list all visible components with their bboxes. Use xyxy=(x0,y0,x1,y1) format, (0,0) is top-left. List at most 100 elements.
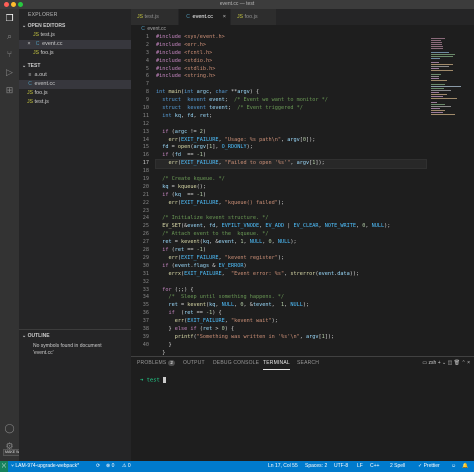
open-editors-header[interactable]: ⌄ OPEN EDITORS xyxy=(19,22,131,31)
encoding[interactable]: UTF-8 xyxy=(334,461,348,472)
file-item[interactable]: JS foo.js xyxy=(19,89,131,98)
code-line: if (ret == -1) { xyxy=(168,310,222,317)
js-file-icon: JS xyxy=(33,50,39,56)
js-file-icon: JS xyxy=(137,14,143,20)
code-line: fd = open(argv[1], O_RDONLY); xyxy=(162,144,253,151)
line-number: 9 xyxy=(145,97,149,104)
code-line: kq = kqueue(); xyxy=(162,183,206,190)
file-item[interactable]: ≡ a.out xyxy=(19,71,131,80)
code-line: /* Initialize kevent structure. */ xyxy=(162,215,269,222)
minimap-line xyxy=(431,38,445,39)
line-number: 33 xyxy=(142,286,149,293)
terminal-cursor xyxy=(163,377,167,383)
line-number-gutter: 1 2 3 4 5 6 7 8 9 10 11 12 13 14 15 16 17 18 19 20 21 22 23 24 2… xyxy=(131,34,151,350)
code-line-current: err(EXIT_FAILURE, "Failed to open '%s'",… xyxy=(155,159,427,170)
minimize-window-button[interactable] xyxy=(11,2,16,7)
tab-terminal[interactable]: TERMINAL xyxy=(263,357,290,370)
tab-test-js[interactable]: JS test.js xyxy=(131,9,179,25)
open-editor-item[interactable]: JS test.js xyxy=(19,31,131,40)
tab-output[interactable]: OUTPUT xyxy=(183,357,205,370)
run-debug-icon[interactable]: ▷ xyxy=(4,67,15,78)
code-line: } else if (ret > 0) { xyxy=(156,325,235,332)
cpp-file-icon: C xyxy=(141,26,145,32)
terminal-output[interactable]: ➜ test xyxy=(140,377,167,384)
line-number: 19 xyxy=(142,176,149,183)
close-panel-icon[interactable]: × xyxy=(467,360,470,366)
code-line: /* Sleep until something happens. */ xyxy=(168,294,285,301)
line-number: 2 xyxy=(145,41,149,48)
line-number: 4 xyxy=(145,57,149,64)
language-mode[interactable]: C++ xyxy=(370,461,379,472)
breadcrumb[interactable]: C event.cc xyxy=(131,25,474,34)
close-icon[interactable]: × xyxy=(25,40,33,49)
git-branch[interactable]: ⑂ LAM-974-upgrade-webpack* xyxy=(11,461,79,472)
line-number: 40 xyxy=(142,341,149,348)
spell-checker[interactable]: 2 Spell xyxy=(390,461,405,472)
minimap-line xyxy=(431,80,447,81)
tab-problems[interactable]: PROBLEMS 2 xyxy=(137,357,176,370)
file-item[interactable]: C event.cc xyxy=(19,80,131,89)
minimap-line xyxy=(431,76,439,77)
sync-icon[interactable]: ⟳ xyxy=(96,461,100,472)
code-line: int kq, fd, ret; xyxy=(162,112,213,119)
tab-debug-console[interactable]: DEBUG CONSOLE xyxy=(213,357,259,370)
open-editor-item[interactable]: JS foo.js xyxy=(19,49,131,58)
indentation[interactable]: Spaces: 2 xyxy=(305,461,327,472)
feedback-icon[interactable]: ☺ xyxy=(451,461,456,472)
line-number: 7 xyxy=(145,81,149,88)
problems-warnings[interactable]: ⚠ 0 xyxy=(122,461,131,472)
line-number: 35 xyxy=(142,302,149,309)
code-editor[interactable]: 1 2 3 4 5 6 7 8 9 10 11 12 13 14 15 16 17 18 19 20 21 22 23 24 2… xyxy=(131,34,427,364)
prettier-status[interactable]: ✓ Prettier xyxy=(418,461,440,472)
close-window-button[interactable] xyxy=(4,2,9,7)
search-icon[interactable]: ⌕ xyxy=(4,31,15,42)
code-line: ret = kevent(kq, &event, 1, NULL, 0, NUL… xyxy=(162,239,297,246)
status-bar: ⟩⟨ ⑂ LAM-974-upgrade-webpack* ⟳ ⊗ 0 ⚠ 0 … xyxy=(0,461,474,472)
line-number: 20 xyxy=(142,183,149,190)
close-tab-icon[interactable]: × xyxy=(223,9,226,25)
line-number: 17 xyxy=(142,160,149,167)
tab-search[interactable]: SEARCH xyxy=(297,357,319,370)
code-line: } xyxy=(156,341,172,348)
open-editor-item[interactable]: × C event.cc xyxy=(19,40,131,49)
minimap-line xyxy=(431,114,455,115)
line-ending[interactable]: LF xyxy=(357,461,363,472)
line-number: 21 xyxy=(142,191,149,198)
line-number: 5 xyxy=(145,65,149,72)
cursor-position[interactable]: Ln 17, Col 55 xyxy=(268,461,298,472)
minimap-line xyxy=(431,52,449,53)
code-line: if (event.flags & EV_ERROR) xyxy=(162,262,247,269)
file-item[interactable]: JS test.js xyxy=(19,98,131,107)
outline-header[interactable]: ⌄ OUTLINE xyxy=(19,332,131,341)
line-number: 15 xyxy=(142,144,149,151)
minimap[interactable] xyxy=(427,34,474,356)
extensions-icon[interactable]: ⊞ xyxy=(4,85,15,96)
minimap-line xyxy=(431,64,453,65)
zoom-window-button[interactable] xyxy=(18,2,23,7)
problems-errors[interactable]: ⊗ 0 xyxy=(106,461,114,472)
files-icon[interactable]: ❐ xyxy=(4,13,15,24)
line-number: 34 xyxy=(142,294,149,301)
line-number: 16 xyxy=(142,152,149,159)
line-number: 18 xyxy=(142,168,149,175)
js-file-icon: JS xyxy=(27,90,33,96)
problems-count-badge: 2 xyxy=(168,360,176,366)
minimap-line xyxy=(431,92,439,93)
minimap-line xyxy=(431,74,441,75)
code-line: err(EXIT_FAILURE, "Usage: %s path\n", ar… xyxy=(168,136,316,143)
line-number: 32 xyxy=(142,278,149,285)
minimap-line xyxy=(431,94,447,95)
terminal-shell-name[interactable]: zsh xyxy=(429,360,437,366)
tab-foo-js[interactable]: JS foo.js xyxy=(231,9,277,25)
tab-event-cc[interactable]: C event.cc × xyxy=(179,9,231,25)
folder-header[interactable]: ⌄ TEST xyxy=(19,62,131,71)
account-icon[interactable]: ◯ xyxy=(4,423,15,434)
minimap-line xyxy=(431,48,443,49)
source-control-icon[interactable]: ⑂ xyxy=(4,49,15,60)
explorer-title: EXPLORER xyxy=(28,12,58,18)
remote-indicator-icon[interactable]: ⟩⟨ xyxy=(0,461,8,472)
line-number: 30 xyxy=(142,262,149,269)
code-content[interactable]: #include <sys/event.h> #include <err.h> … xyxy=(155,34,427,365)
notifications-bell-icon[interactable]: 🔔 xyxy=(462,461,468,472)
